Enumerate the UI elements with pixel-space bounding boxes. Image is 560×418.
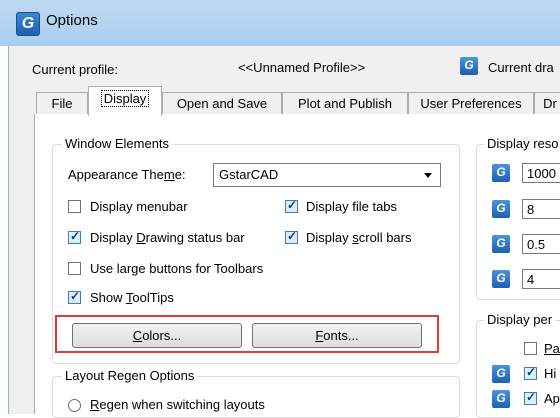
resolution-icon: G xyxy=(492,200,510,218)
display-scroll-bars-label: Display scroll bars xyxy=(306,230,412,245)
resolution-icon: G xyxy=(492,270,510,288)
display-resolution-title: Display reso xyxy=(484,136,560,151)
appearance-theme-value: GstarCAD xyxy=(219,167,279,182)
app-logo-icon: G xyxy=(16,12,40,36)
arc-smoothness-field[interactable]: 1000 xyxy=(522,163,560,183)
tab-plot-and-publish[interactable]: Plot and Publish xyxy=(282,92,408,114)
current-drawing-label: Current dra xyxy=(488,60,554,75)
performance-option-1-checkbox[interactable] xyxy=(524,342,537,355)
large-buttons-label: Use large buttons for Toolbars xyxy=(90,261,264,276)
drawing-icon: G xyxy=(460,57,478,75)
regen-switching-label: Regen when switching layouts xyxy=(90,397,265,412)
tab-display[interactable]: Display xyxy=(88,86,162,116)
contour-lines-field[interactable]: 4 xyxy=(522,269,560,289)
performance-option-3-checkbox[interactable] xyxy=(524,390,537,405)
appearance-theme-label: Appearance Theme: xyxy=(68,167,186,182)
display-performance-title: Display per xyxy=(484,312,556,327)
window-title: Options xyxy=(46,12,98,29)
large-buttons-checkbox[interactable] xyxy=(68,262,81,275)
performance-icon: G xyxy=(492,365,510,383)
display-file-tabs-checkbox[interactable] xyxy=(285,198,298,213)
regen-switching-radio[interactable] xyxy=(68,399,81,412)
window-elements-title: Window Elements xyxy=(62,136,173,151)
resolution-icon: G xyxy=(492,235,510,253)
rendered-smoothness-field[interactable]: 0.5 xyxy=(522,234,560,254)
display-menubar-checkbox[interactable] xyxy=(68,200,81,213)
resolution-icon: G xyxy=(492,164,510,182)
layout-regen-title: Layout Regen Options xyxy=(62,368,198,383)
current-profile-name: <<Unnamed Profile>> xyxy=(238,60,366,75)
display-file-tabs-label: Display file tabs xyxy=(306,199,398,214)
fonts-button[interactable]: Fonts... xyxy=(252,323,422,348)
tab-user-preferences[interactable]: User Preferences xyxy=(408,92,534,114)
performance-option-3-label: Ap xyxy=(544,391,560,406)
performance-option-2-checkbox[interactable] xyxy=(524,365,537,380)
performance-option-1-label: Pa xyxy=(544,341,560,356)
tab-open-and-save[interactable]: Open and Save xyxy=(162,92,282,114)
display-drawing-status-bar-checkbox[interactable] xyxy=(68,229,81,244)
performance-icon: G xyxy=(492,390,510,408)
tab-file[interactable]: File xyxy=(36,92,88,114)
chevron-down-icon xyxy=(424,173,432,178)
colors-button[interactable]: Colors... xyxy=(72,323,242,348)
show-tooltips-checkbox[interactable] xyxy=(68,289,81,304)
appearance-theme-select[interactable]: GstarCAD xyxy=(213,163,441,187)
performance-option-2-label: Hi xyxy=(544,366,557,381)
show-tooltips-label: Show ToolTips xyxy=(90,290,174,305)
display-menubar-label: Display menubar xyxy=(90,199,188,214)
display-drawing-status-bar-label: Display Drawing status bar xyxy=(90,230,245,245)
display-scroll-bars-checkbox[interactable] xyxy=(285,229,298,244)
current-profile-label: Current profile: xyxy=(32,62,118,77)
polyline-segments-field[interactable]: 8 xyxy=(522,199,560,219)
tab-drafting[interactable]: Dr xyxy=(534,92,560,114)
